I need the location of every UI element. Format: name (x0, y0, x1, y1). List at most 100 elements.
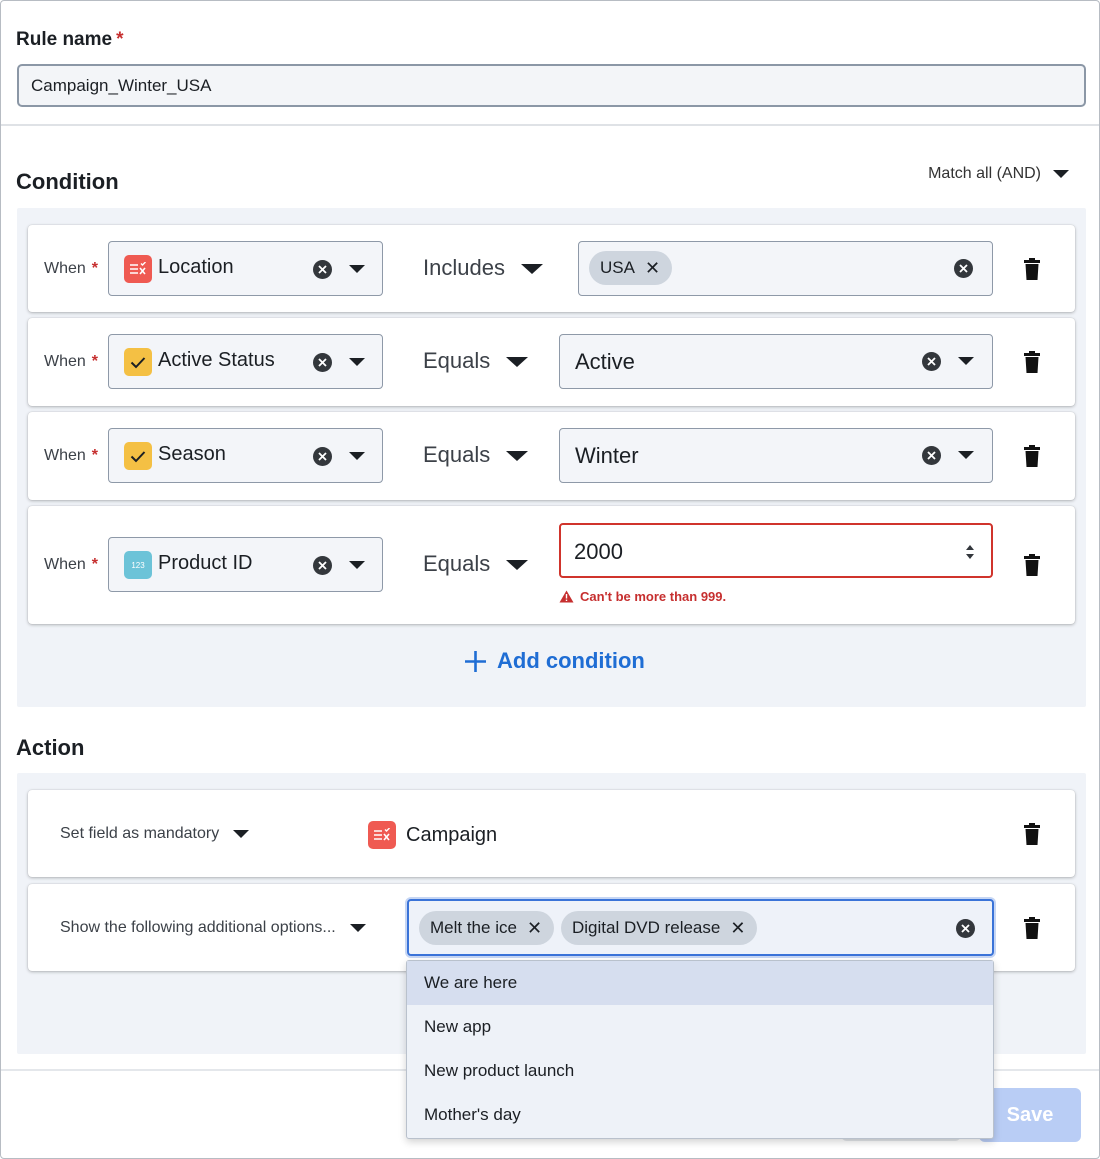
options-multiselect[interactable]: Melt the ice ✕ Digital DVD release ✕ (407, 899, 994, 956)
match-mode-label: Match all (AND) (928, 165, 1041, 182)
chevron-down-icon[interactable] (958, 451, 974, 459)
chevron-down-icon[interactable] (349, 561, 365, 569)
condition-row: When * 123 Product ID Equals 2000 Can't b… (28, 506, 1075, 624)
number-icon: 123 (124, 551, 152, 579)
chevron-down-icon (520, 264, 543, 274)
dropdown-option[interactable]: New product launch (407, 1049, 993, 1093)
value-multiselect[interactable]: USA ✕ (578, 241, 993, 296)
value-text: Active (575, 349, 635, 374)
clear-icon[interactable] (922, 352, 941, 371)
action-type-select[interactable]: Show the following additional options... (60, 919, 366, 937)
plus-icon (465, 650, 486, 672)
trash-icon[interactable] (1023, 257, 1041, 281)
clear-icon[interactable] (956, 919, 975, 938)
number-input[interactable]: 2000 (559, 523, 993, 578)
chevron-down-icon[interactable] (958, 357, 974, 365)
chip-option: Melt the ice ✕ (419, 911, 555, 945)
warning-icon (559, 590, 574, 603)
rule-name-label: Rule name * (16, 29, 124, 51)
condition-panel: When * Location Includes USA ✕ When * Ac… (17, 208, 1086, 707)
save-button[interactable]: Save (979, 1088, 1081, 1142)
when-label: When * (44, 353, 99, 370)
dropdown-option[interactable]: We are here (407, 961, 993, 1005)
chevron-down-icon[interactable] (349, 452, 365, 460)
rule-name-input[interactable] (17, 64, 1086, 107)
clear-icon[interactable] (922, 446, 941, 465)
clear-icon[interactable] (313, 447, 332, 466)
rule-editor: Rule name* Condition Match all (AND) Whe… (0, 0, 1100, 1159)
operator-label: Includes (423, 255, 505, 280)
divider (1, 124, 1099, 126)
operator-select[interactable]: Equals (423, 442, 529, 468)
add-condition-button[interactable]: Add condition (463, 648, 645, 674)
value-text: Winter (575, 443, 639, 468)
trash-icon[interactable] (1023, 553, 1041, 577)
action-field: Campaign (368, 821, 497, 849)
operator-select[interactable]: Includes (423, 255, 543, 281)
multi-select-icon (368, 821, 396, 849)
clear-icon[interactable] (313, 260, 332, 279)
action-field-label: Campaign (406, 823, 498, 846)
clear-icon[interactable] (313, 556, 332, 575)
remove-chip-icon[interactable]: ✕ (730, 918, 745, 939)
operator-label: Equals (423, 551, 491, 576)
field-select-active-status[interactable]: Active Status (108, 334, 383, 389)
remove-chip-icon[interactable]: ✕ (645, 258, 660, 279)
checkbox-icon (124, 442, 152, 470)
value-select[interactable]: Winter (559, 428, 993, 483)
match-mode-select[interactable]: Match all (AND) (928, 165, 1069, 183)
trash-icon[interactable] (1023, 350, 1041, 374)
field-label: Active Status (158, 349, 275, 371)
field-label: Location (158, 256, 234, 278)
stepper-icon[interactable] (965, 543, 975, 561)
error-message: Can't be more than 999. (559, 589, 726, 604)
when-label: When * (44, 447, 99, 464)
field-label: Season (158, 443, 226, 465)
clear-icon[interactable] (954, 259, 973, 278)
clear-icon[interactable] (313, 353, 332, 372)
remove-chip-icon[interactable]: ✕ (527, 918, 542, 939)
chevron-down-icon[interactable] (349, 358, 365, 366)
value-select[interactable]: Active (559, 334, 993, 389)
rule-name-text: Rule name (16, 29, 113, 50)
field-select-season[interactable]: Season (108, 428, 383, 483)
operator-label: Equals (423, 348, 491, 373)
action-row: Show the following additional options...… (28, 884, 1075, 971)
action-type-select[interactable]: Set field as mandatory (60, 825, 250, 843)
multi-select-icon (124, 255, 152, 283)
field-label: Product ID (158, 552, 253, 574)
chip-usa: USA ✕ (589, 251, 673, 285)
operator-label: Equals (423, 442, 491, 467)
operator-select[interactable]: Equals (423, 348, 529, 374)
when-label: When * (44, 556, 99, 573)
trash-icon[interactable] (1023, 822, 1041, 846)
when-label: When * (44, 260, 99, 277)
condition-row: When * Season Equals Winter (28, 412, 1075, 500)
chevron-down-icon (349, 924, 366, 932)
trash-icon[interactable] (1023, 444, 1041, 468)
chevron-down-icon (506, 451, 529, 461)
action-type-label: Set field as mandatory (60, 825, 220, 842)
condition-title: Condition (16, 169, 119, 194)
action-row: Set field as mandatory Campaign (28, 790, 1075, 877)
chip-option: Digital DVD release ✕ (561, 911, 758, 945)
action-title: Action (16, 735, 85, 760)
add-condition-label: Add condition (497, 648, 645, 673)
value-text: 2000 (574, 539, 623, 564)
condition-row: When * Location Includes USA ✕ (28, 225, 1075, 312)
chevron-down-icon (506, 560, 529, 570)
dropdown-option[interactable]: New app (407, 1005, 993, 1049)
chevron-down-icon (233, 830, 250, 838)
chevron-down-icon (1053, 170, 1069, 178)
condition-row: When * Active Status Equals Active (28, 318, 1075, 406)
operator-select[interactable]: Equals (423, 551, 529, 577)
trash-icon[interactable] (1023, 916, 1041, 940)
field-select-location[interactable]: Location (108, 241, 383, 296)
field-select-product-id[interactable]: 123 Product ID (108, 537, 383, 592)
options-dropdown: We are here New app New product launch M… (406, 960, 994, 1139)
dropdown-option[interactable]: Mother's day (407, 1093, 993, 1137)
checkbox-icon (124, 348, 152, 376)
required-mark: * (116, 29, 124, 50)
chevron-down-icon[interactable] (349, 265, 365, 273)
chevron-down-icon (506, 357, 529, 367)
